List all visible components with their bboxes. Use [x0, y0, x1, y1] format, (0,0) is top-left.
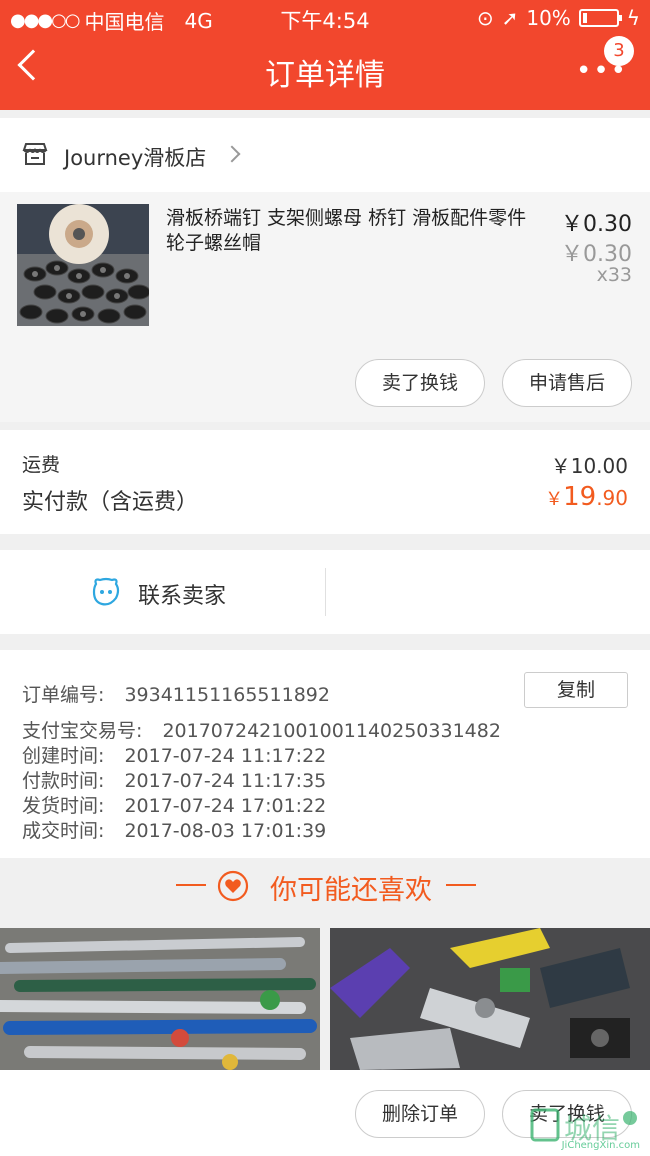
recommend-title: 你可能还喜欢: [270, 875, 432, 906]
battery-percent: 10%: [526, 6, 571, 30]
shipping-value: ￥10.00: [550, 454, 628, 478]
sell-for-cash-button[interactable]: 卖了换钱: [355, 359, 485, 407]
status-bar: ●●●○○ 中国电信 4G 下午4:54 ⊙ ➚ 10% ϟ: [0, 0, 650, 36]
shipped-label: 发货时间:: [22, 795, 105, 817]
alipay-number: 2017072421001001140250331482: [162, 720, 501, 742]
paid-label: 实付款（含运费）: [22, 490, 199, 515]
order-number-label: 订单编号:: [22, 684, 105, 706]
divider: [325, 568, 326, 616]
chat-face-icon: [92, 577, 120, 606]
rotation-lock-icon: ⊙: [476, 6, 494, 30]
header-bar: ●●●○○ 中国电信 4G 下午4:54 ⊙ ➚ 10% ϟ 订单详情 ••• …: [0, 0, 650, 110]
completed-row: 成交时间: 2017-08-03 17:01:39: [22, 816, 326, 843]
alipay-row: 支付宝交易号: 2017072421001001140250331482: [22, 716, 501, 743]
product-thumbnail: [17, 204, 149, 326]
paid-amount: ￥19.90: [545, 482, 628, 512]
recommend-header: 你可能还喜欢: [0, 858, 650, 928]
order-info: 订单编号: 39341151165511892 复制 支付宝交易号: 20170…: [0, 650, 650, 858]
paid-time-label: 付款时间:: [22, 770, 105, 792]
created-time: 2017-07-24 11:17:22: [124, 745, 327, 767]
paid-row: 付款时间: 2017-07-24 11:17:35: [22, 766, 326, 793]
product-name: 滑板桥端钉 支架侧螺母 桥钉 滑板配件零件 轮子螺丝帽: [166, 207, 527, 254]
product-price: ￥0.30: [561, 212, 632, 237]
chevron-right-icon: [223, 145, 241, 163]
after-sale-button[interactable]: 申请售后: [502, 359, 632, 407]
copy-button[interactable]: 复制: [524, 672, 628, 708]
charging-icon: ϟ: [626, 6, 640, 30]
battery-icon: [578, 9, 622, 27]
product-quantity: x33: [596, 264, 632, 286]
watermark-text: JiChengXin.com: [561, 1140, 640, 1151]
product-card[interactable]: 滑板桥端钉 支架侧螺母 桥钉 滑板配件零件 轮子螺丝帽 ￥0.30 ￥0.30 …: [0, 192, 650, 422]
shop-row[interactable]: Journey滑板店: [0, 118, 650, 192]
contact-seller-button[interactable]: 联系卖家: [138, 578, 226, 610]
location-icon: ➚: [501, 6, 519, 30]
shipped-row: 发货时间: 2017-07-24 17:01:22: [22, 791, 326, 818]
more-menu-button[interactable]: •••: [576, 58, 628, 84]
page-title: 订单详情: [265, 58, 385, 93]
notification-badge: 3: [604, 36, 634, 66]
shipped-time: 2017-07-24 17:01:22: [124, 795, 327, 817]
store-icon: [22, 143, 48, 165]
contact-seller-bar: 联系卖家: [0, 550, 650, 634]
recommend-item-1[interactable]: [0, 928, 320, 1070]
recommend-item-2[interactable]: [330, 928, 650, 1070]
paid-currency: ￥: [545, 489, 564, 510]
fee-summary: 运费 ￥10.00 实付款（含运费） ￥19.90: [0, 430, 650, 534]
decor-line-right: [446, 884, 476, 886]
paid-decimal: .90: [596, 486, 628, 510]
shop-name: Journey滑板店: [64, 146, 207, 170]
order-number-row: 订单编号: 39341151165511892: [22, 680, 330, 707]
paid-time: 2017-07-24 11:17:35: [124, 770, 327, 792]
paid-integer: 19: [563, 482, 597, 512]
completed-label: 成交时间:: [22, 820, 105, 842]
created-label: 创建时间:: [22, 745, 105, 767]
delete-order-button[interactable]: 删除订单: [355, 1090, 485, 1138]
shipping-label: 运费: [22, 454, 61, 476]
order-number: 39341151165511892: [124, 684, 330, 706]
alipay-label: 支付宝交易号:: [22, 720, 143, 742]
completed-time: 2017-08-03 17:01:39: [124, 820, 327, 842]
created-row: 创建时间: 2017-07-24 11:17:22: [22, 741, 326, 768]
